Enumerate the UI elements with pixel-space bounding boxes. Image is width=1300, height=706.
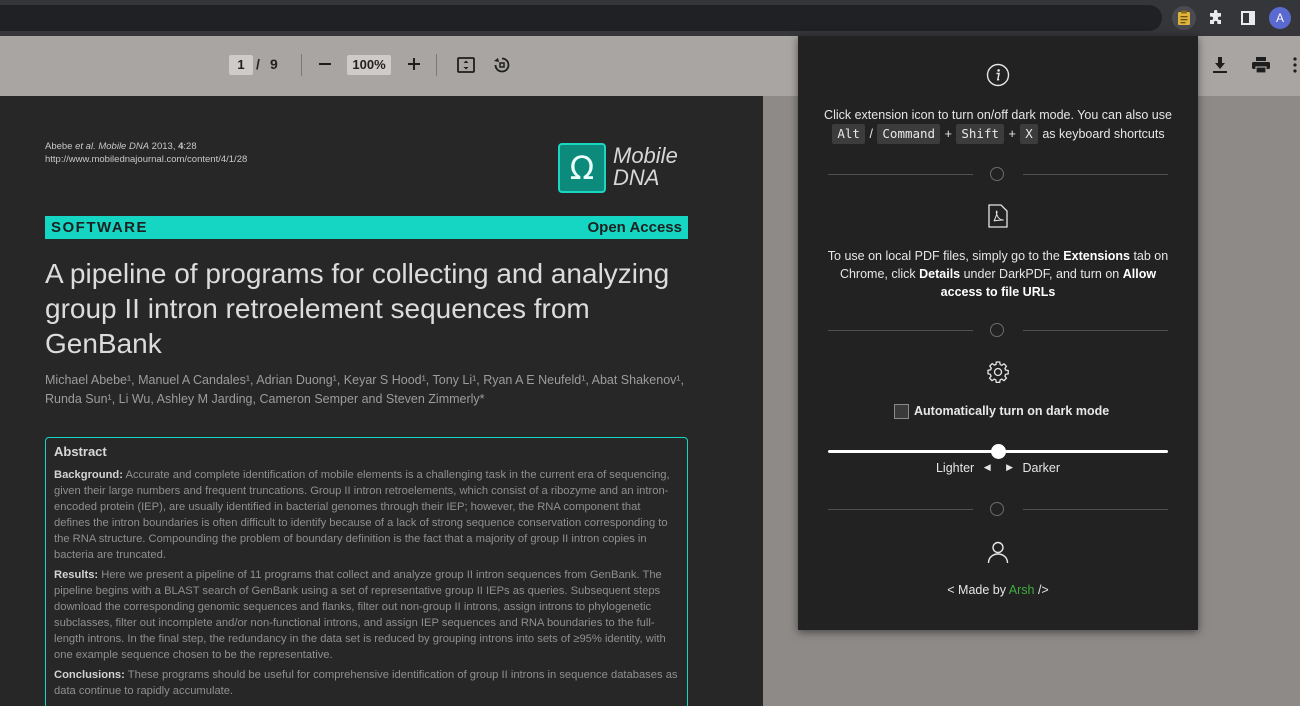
local-bold-details: Details	[919, 267, 961, 281]
plus-icon	[408, 58, 420, 70]
abstract-results: Results: Here we present a pipeline of 1…	[54, 567, 679, 663]
side-panel-icon[interactable]	[1236, 6, 1260, 30]
download-button[interactable]	[1209, 53, 1231, 77]
zoom-out-button[interactable]	[314, 52, 336, 76]
section-separator	[828, 323, 1168, 337]
darkpdf-extension-icon[interactable]	[1172, 6, 1196, 30]
conclusions-label: Conclusions:	[54, 669, 125, 681]
page-separator: /	[256, 56, 260, 72]
page-number-input[interactable]: 1	[229, 55, 253, 75]
background-text: Accurate and complete identification of …	[54, 469, 670, 561]
key-shift: Shift	[956, 124, 1005, 144]
fit-page-icon	[457, 57, 475, 73]
key-x: X	[1020, 124, 1038, 144]
auto-dark-label: Automatically turn on dark mode	[914, 404, 1110, 418]
triangle-right-icon: ▶	[1006, 462, 1014, 473]
download-icon	[1213, 57, 1227, 73]
info-icon	[984, 61, 1012, 89]
abstract-background: Background: Accurate and complete identi…	[54, 467, 679, 563]
darkpdf-popup: Click extension icon to turn on/off dark…	[798, 36, 1198, 630]
abstract-conclusions: Conclusions: These programs should be us…	[54, 667, 679, 699]
category-bar: SOFTWARE Open Access	[45, 216, 688, 239]
gear-icon	[984, 358, 1012, 386]
printer-icon	[1252, 57, 1270, 73]
section-separator	[828, 167, 1168, 181]
slider-labels: Lighter ◀ ▶ Darker	[798, 460, 1198, 475]
paper-authors: Michael Abebe¹, Manuel A Candales¹, Adri…	[45, 373, 685, 406]
abstract-heading: Abstract	[54, 444, 107, 459]
profile-avatar[interactable]: A	[1269, 7, 1291, 29]
instructions-text: Click extension icon to turn on/off dark…	[822, 106, 1174, 144]
citation-url[interactable]: http://www.mobilednajournal.com/content/…	[45, 153, 247, 166]
section-separator	[828, 502, 1168, 516]
browser-toolbar: A	[0, 0, 1300, 36]
auto-dark-row[interactable]: Automatically turn on dark mode	[894, 403, 1109, 419]
toolbar-divider	[301, 54, 302, 76]
address-bar[interactable]	[0, 5, 1162, 31]
abstract-box: Abstract Background: Accurate and comple…	[45, 437, 688, 706]
paper-title: A pipeline of programs for collecting an…	[45, 258, 670, 359]
lighter-label: Lighter	[935, 460, 975, 475]
slider-thumb[interactable]	[991, 444, 1006, 459]
citation: Abebe et al. Mobile DNA 2013, 4:28 http:…	[45, 140, 247, 166]
citation-page: :28	[183, 141, 197, 152]
citation-journal: et al. Mobile DNA	[75, 141, 150, 152]
journal-name: Mobile DNA	[613, 145, 678, 189]
local-text-3: under DarkPDF, and turn on	[960, 267, 1123, 281]
results-label: Results:	[54, 569, 99, 581]
rotate-icon	[494, 57, 510, 73]
conclusions-text: These programs should be useful for comp…	[54, 669, 678, 697]
page-total: 9	[270, 56, 278, 72]
journal-name-line1: Mobile	[613, 143, 678, 168]
shortcut-suffix: as keyboard shortcuts	[1042, 127, 1165, 141]
darker-label: Darker	[1022, 460, 1061, 475]
access-label: Open Access	[587, 219, 683, 236]
zoom-in-button[interactable]	[403, 52, 425, 76]
darkness-slider[interactable]	[828, 442, 1168, 460]
pdf-file-icon	[984, 202, 1012, 230]
author-link[interactable]: Arsh	[1009, 583, 1035, 597]
key-plus: +	[944, 127, 952, 141]
more-actions-button[interactable]	[1290, 53, 1300, 77]
local-text-1: To use on local PDF files, simply go to …	[827, 249, 1064, 263]
puzzle-icon[interactable]	[1204, 6, 1228, 30]
credit-suffix: />	[1034, 583, 1049, 597]
omega-logo-icon: Ω	[558, 143, 606, 193]
citation-year: 2013,	[149, 141, 179, 152]
key-plus: +	[1008, 127, 1016, 141]
minus-icon	[319, 63, 331, 65]
key-command: Command	[877, 124, 941, 144]
instruction-sentence: Click extension icon to turn on/off dark…	[824, 108, 1172, 122]
credit-line: < Made by Arsh />	[798, 583, 1198, 597]
local-bold-extensions: Extensions	[1063, 249, 1130, 263]
zoom-input[interactable]: 100%	[347, 55, 391, 75]
fit-to-page-button[interactable]	[455, 53, 477, 77]
citation-authors: Abebe	[45, 141, 76, 152]
toolbar-divider	[436, 54, 437, 76]
triangle-left-icon: ◀	[983, 462, 991, 473]
rotate-button[interactable]	[491, 53, 513, 77]
results-text: Here we present a pipeline of 11 program…	[54, 569, 666, 661]
journal-name-line2: DNA	[613, 165, 660, 190]
user-icon	[984, 538, 1012, 566]
key-slash: /	[869, 127, 873, 141]
more-vert-icon	[1293, 57, 1297, 73]
key-alt: Alt	[832, 124, 865, 144]
local-files-text: To use on local PDF files, simply go to …	[822, 247, 1174, 301]
credit-prefix: < Made by	[947, 583, 1009, 597]
pdf-page: Abebe et al. Mobile DNA 2013, 4:28 http:…	[0, 96, 763, 706]
print-button[interactable]	[1249, 53, 1273, 77]
auto-dark-checkbox[interactable]	[894, 403, 909, 419]
category-label: SOFTWARE	[51, 219, 148, 236]
background-label: Background:	[54, 469, 123, 481]
journal-logo: Ω Mobile DNA	[558, 143, 688, 193]
